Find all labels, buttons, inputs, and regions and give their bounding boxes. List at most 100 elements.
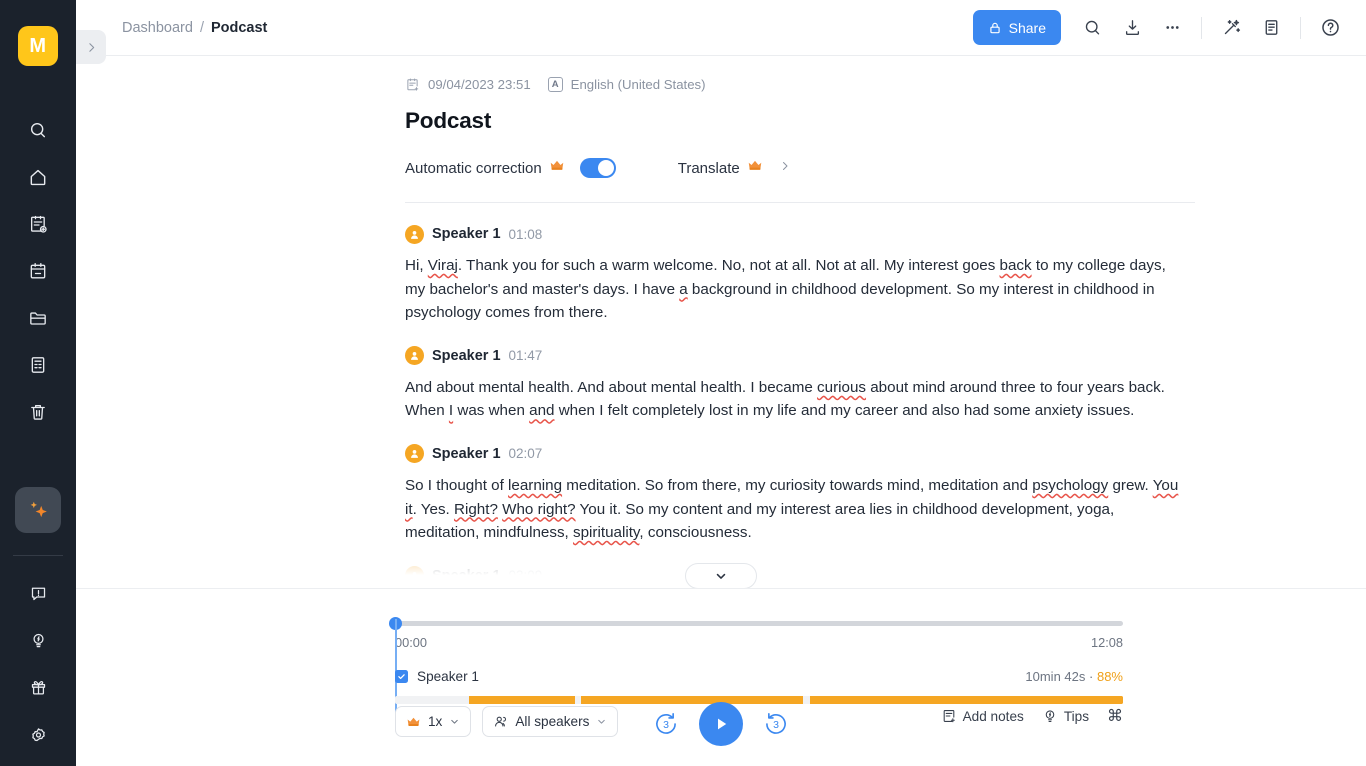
top-bar: Dashboard / Podcast Share <box>76 0 1366 64</box>
check-icon <box>398 673 405 679</box>
sidebar-item-calendar[interactable] <box>16 249 60 293</box>
search-icon[interactable] <box>1074 10 1110 46</box>
language-badge-icon: A <box>547 76 563 92</box>
player-controls-right: Add notes Tips ⌘ <box>941 706 1123 726</box>
add-notes-button[interactable]: Add notes <box>941 708 1024 724</box>
sidebar-item-new-note[interactable] <box>16 202 60 246</box>
toolbar-divider <box>1201 16 1202 39</box>
speaker-timestamp[interactable]: 03:09 <box>509 568 543 583</box>
transcript-entry: Speaker 1 02:07 So I thought of learning… <box>405 443 1195 545</box>
forward-button[interactable]: 3 <box>763 711 789 737</box>
playback-progress: 00:00 12:08 <box>389 617 1123 650</box>
top-bar-actions: Share <box>972 10 1348 46</box>
sidebar-item-home[interactable] <box>16 155 60 199</box>
player-controls: 1x All speakers 3 3 Add notes Tips ⌘ <box>76 692 1366 766</box>
sparkle-icon <box>30 501 47 517</box>
ai-assistant-button[interactable] <box>15 487 61 533</box>
speaker-timestamp[interactable]: 01:47 <box>509 348 543 363</box>
automatic-correction-label: Automatic correction <box>405 159 542 177</box>
help-icon[interactable] <box>1312 10 1348 46</box>
sidebar-item-feedback[interactable] <box>16 570 60 617</box>
sidebar-divider <box>13 555 63 556</box>
document-meta: 09/04/2023 23:51 A English (United State… <box>405 74 1195 94</box>
transcript-text[interactable]: Hi, Viraj. Thank you for such a warm wel… <box>405 254 1180 325</box>
share-button[interactable]: Share <box>972 10 1061 45</box>
keyboard-shortcut-icon[interactable]: ⌘ <box>1107 706 1123 726</box>
notes-panel-icon[interactable] <box>1253 10 1289 46</box>
play-button[interactable] <box>699 702 743 746</box>
avatar <box>405 566 424 586</box>
transcript-entry: Speaker 1 03:09 <box>405 565 1195 587</box>
speaker-track-name[interactable]: Speaker 1 <box>417 669 479 684</box>
current-time: 00:00 <box>395 635 428 650</box>
transcript-entry: Speaker 1 01:47 And about mental health.… <box>405 345 1195 423</box>
download-icon[interactable] <box>1114 10 1150 46</box>
crown-icon <box>549 159 565 177</box>
more-options-icon[interactable] <box>1154 10 1190 46</box>
transcript-entry-header: Speaker 1 01:47 <box>405 345 1195 367</box>
toggle-knob <box>597 160 614 176</box>
main-area: Dashboard / Podcast Share 09/04/2023 23:… <box>76 0 1366 766</box>
rewind-button[interactable]: 3 <box>653 711 679 737</box>
magic-wand-icon[interactable] <box>1213 10 1249 46</box>
sidebar-item-folder[interactable] <box>16 296 60 340</box>
page-title: Podcast <box>405 108 492 133</box>
crown-icon-translate <box>747 159 763 177</box>
stats-separator: · <box>1089 668 1094 684</box>
share-button-label: Share <box>1008 19 1046 36</box>
progress-track[interactable] <box>389 617 1123 630</box>
transcript-text[interactable]: So I thought of learning meditation. So … <box>405 474 1180 545</box>
speaker-timestamp[interactable]: 01:08 <box>509 227 543 242</box>
note-date-icon <box>407 78 419 91</box>
transcript-entry-header: Speaker 1 03:09 <box>405 565 1195 587</box>
chevron-right-icon-translate <box>779 159 791 177</box>
automatic-correction-toggle[interactable] <box>579 158 616 178</box>
speaker-name[interactable]: Speaker 1 <box>432 348 501 364</box>
avatar <box>405 444 424 464</box>
transcript-document: 09/04/2023 23:51 A English (United State… <box>76 56 1366 588</box>
breadcrumb-dashboard[interactable]: Dashboard <box>122 20 193 36</box>
audio-player: 00:00 12:08 Speaker 1 10min 42s · 88% 1x… <box>76 588 1366 766</box>
speaker-percent: 88% <box>1096 668 1123 684</box>
speaker-duration: 10min 42s <box>1025 668 1086 684</box>
chevron-right-icon <box>88 42 94 52</box>
lock-icon <box>989 22 1000 33</box>
speaker-timestamp[interactable]: 02:07 <box>509 446 543 461</box>
speaker-track-header: Speaker 1 10min 42s · 88% <box>395 667 1123 685</box>
left-sidebar: M <box>0 0 76 766</box>
breadcrumb-current: Podcast <box>210 19 268 36</box>
transcript-text[interactable]: And about mental health. And about menta… <box>405 376 1180 423</box>
toolbar-divider-2 <box>1300 16 1301 39</box>
speaker-name[interactable]: Speaker 1 <box>432 446 501 462</box>
tips-button[interactable]: Tips <box>1042 708 1089 724</box>
speaker-name[interactable]: Speaker 1 <box>432 568 501 584</box>
sidebar-item-search[interactable] <box>16 108 60 152</box>
player-transport: 3 3 <box>76 702 1366 746</box>
breadcrumb: Dashboard / Podcast <box>122 20 267 36</box>
breadcrumb-separator: / <box>199 19 204 36</box>
app-logo[interactable]: M <box>18 26 58 66</box>
speaker-name[interactable]: Speaker 1 <box>432 226 501 242</box>
transcript-entry-header: Speaker 1 01:08 <box>405 223 1195 245</box>
add-notes-label: Add notes <box>962 708 1024 724</box>
translate-label: Translate <box>677 159 740 177</box>
collapse-button[interactable] <box>685 563 757 588</box>
tips-label: Tips <box>1063 708 1089 724</box>
translate-option[interactable]: Translate <box>678 159 791 177</box>
time-labels: 00:00 12:08 <box>395 635 1123 650</box>
lightbulb-icon <box>1045 710 1055 722</box>
divider <box>405 202 1195 203</box>
sidebar-bottom-items <box>16 570 60 766</box>
forward-seconds: 3 <box>773 719 779 731</box>
sidebar-item-trash[interactable] <box>16 390 60 434</box>
transcript-entry: Speaker 1 01:08 Hi, Viraj. Thank you for… <box>405 223 1195 325</box>
total-time: 12:08 <box>1090 635 1123 650</box>
sidebar-item-gift[interactable] <box>16 664 60 711</box>
sidebar-item-ideas[interactable] <box>16 617 60 664</box>
avatar <box>405 346 424 366</box>
sidebar-item-reports[interactable] <box>16 343 60 387</box>
sidebar-item-settings[interactable] <box>16 711 60 758</box>
document-language: English (United States) <box>570 76 706 92</box>
chevron-down-icon <box>716 573 726 579</box>
speaker-checkbox[interactable] <box>395 669 408 683</box>
